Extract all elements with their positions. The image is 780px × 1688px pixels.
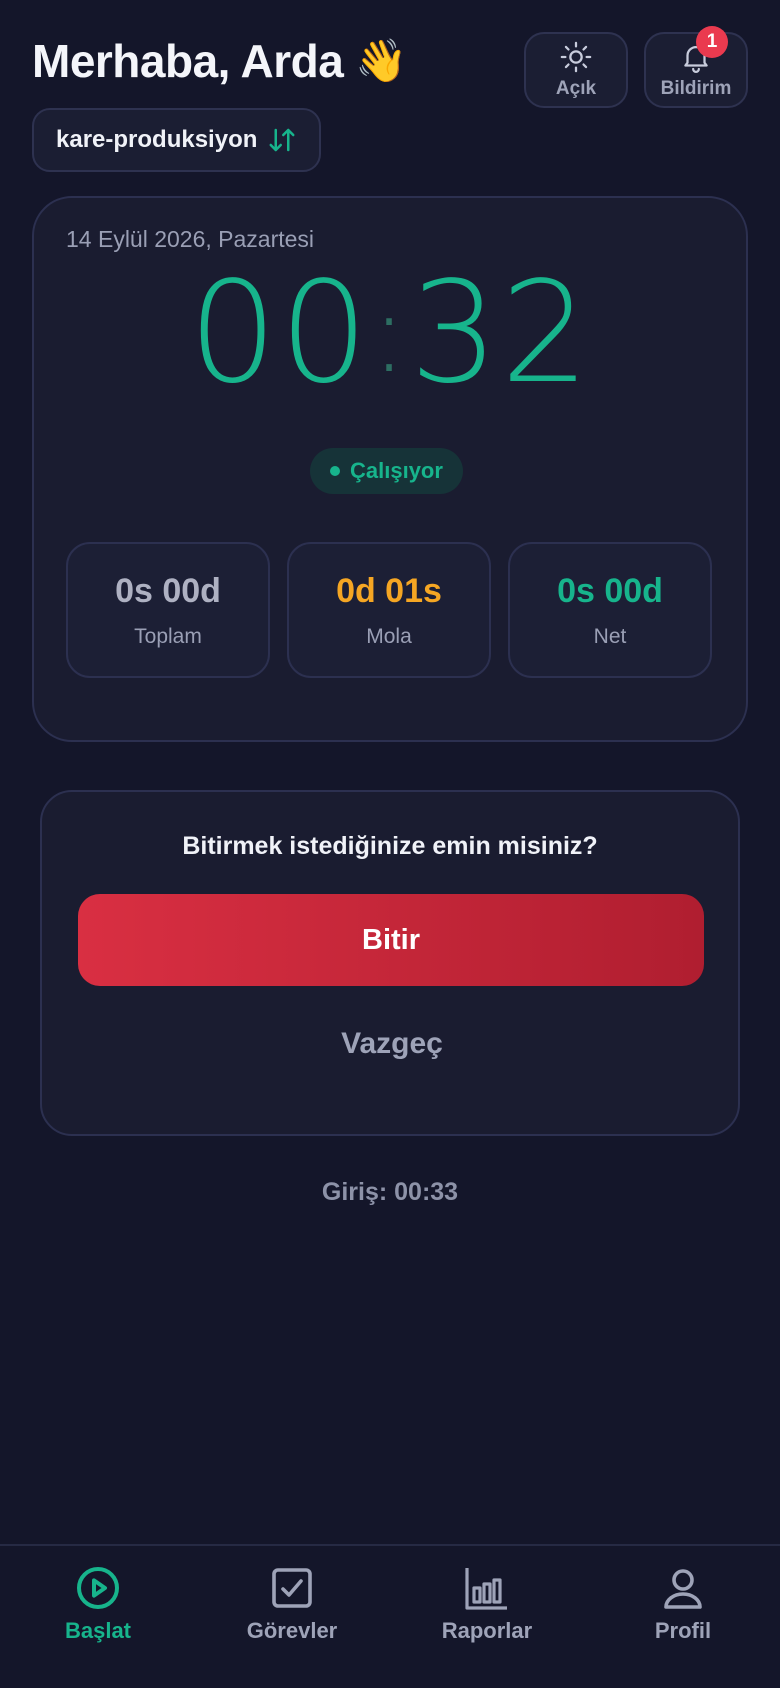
play-circle-icon	[77, 1567, 119, 1609]
theme-toggle-button[interactable]: Açık	[524, 32, 628, 108]
login-time: Giriş: 00:33	[321, 1178, 459, 1206]
nav-item-profile-label: Profil	[654, 1618, 712, 1643]
app-screen: Merhaba, Arda 👋 Açık Bildirim 1 kare-pro…	[0, 0, 780, 1688]
timer-minutes: 32	[409, 252, 592, 415]
swap-arrows-icon	[269, 128, 295, 152]
status-dot-icon	[330, 466, 340, 476]
status-badge: Çalışıyor	[310, 448, 463, 494]
stat-net: 0s 00d Net	[508, 542, 712, 678]
notifications-label: Bildirim	[660, 78, 732, 99]
user-icon	[664, 1569, 702, 1609]
sun-icon	[560, 41, 592, 73]
stat-total-label: Toplam	[134, 624, 202, 648]
nav-item-start[interactable]: Başlat	[18, 1564, 178, 1644]
workspace-switcher[interactable]: kare-produksiyon	[32, 108, 322, 172]
notifications-button[interactable]: Bildirim 1	[644, 26, 748, 108]
notification-count-badge: 1	[696, 26, 728, 58]
stat-break-value: 0d 01s	[336, 571, 442, 610]
nav-item-reports[interactable]: Raporlar	[407, 1564, 567, 1644]
greeting-text: Merhaba, Arda	[32, 35, 344, 87]
nav-item-profile[interactable]: Profil	[603, 1564, 763, 1644]
elapsed-time-display: 00:32	[34, 264, 746, 404]
current-date: 14 Eylül 2026, Pazartesi	[66, 226, 315, 252]
cancel-button[interactable]: Vazgeç	[242, 1014, 542, 1074]
timer-separator: :	[370, 269, 410, 397]
stat-total-value: 0s 00d	[115, 571, 221, 610]
stat-total: 0s 00d Toplam	[66, 542, 270, 678]
status-text: Çalışıyor	[350, 458, 443, 483]
nav-item-start-label: Başlat	[64, 1618, 132, 1643]
greeting-heading: Merhaba, Arda 👋	[32, 34, 408, 88]
timer-card: 14 Eylül 2026, Pazartesi 00:32 Çalışıyor…	[32, 196, 748, 742]
finish-confirm-dialog: Bitirmek istediğinize emin misiniz? Biti…	[40, 790, 740, 1136]
theme-toggle-label: Açık	[555, 78, 597, 99]
finish-button[interactable]: Bitir	[78, 894, 704, 986]
bottom-nav: Başlat Görevler Raporlar Profil	[0, 1544, 780, 1688]
stat-break-label: Mola	[366, 624, 412, 648]
nav-item-reports-label: Raporlar	[441, 1618, 533, 1643]
nav-item-tasks[interactable]: Görevler	[212, 1564, 372, 1644]
stat-net-label: Net	[593, 624, 627, 648]
checkbox-icon	[272, 1568, 312, 1608]
stat-net-value: 0s 00d	[557, 571, 663, 610]
bar-chart-icon	[465, 1568, 507, 1610]
workspace-name: kare-produksiyon	[56, 126, 258, 153]
confirm-question: Bitirmek istediğinize emin misiniz?	[182, 832, 598, 860]
stat-break: 0d 01s Mola	[287, 542, 491, 678]
timer-hours: 00	[188, 252, 371, 415]
wave-emoji-icon: 👋	[355, 36, 408, 84]
nav-item-tasks-label: Görevler	[246, 1618, 338, 1643]
